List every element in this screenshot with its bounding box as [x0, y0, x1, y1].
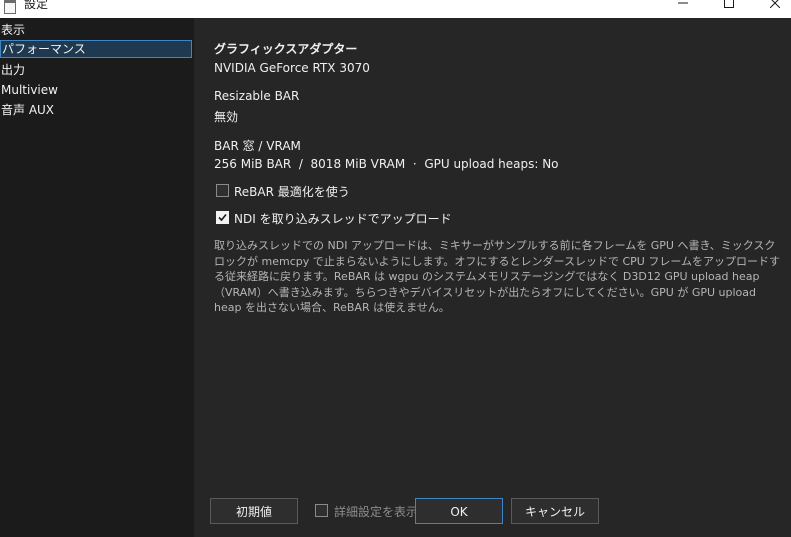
cancel-button[interactable]: キャンセル	[511, 498, 599, 524]
adapter-heading: グラフィックスアダプター	[214, 42, 358, 56]
minimize-icon	[678, 2, 688, 4]
bar-vram-heading: BAR 窓 / VRAM	[214, 139, 301, 153]
show-advanced-checkbox[interactable]	[315, 504, 328, 517]
sidebar-item-display[interactable]: 表示	[0, 21, 192, 39]
ndi-upload-label[interactable]: NDI を取り込みスレッドでアップロード	[234, 210, 452, 227]
sidebar-item-performance[interactable]: パフォーマンス	[0, 40, 192, 58]
ndi-upload-checkbox[interactable]	[216, 211, 229, 224]
close-icon	[770, 0, 780, 8]
reset-defaults-button[interactable]: 初期値	[210, 498, 298, 524]
ndi-description: 取り込みスレッドでの NDI アップロードは、ミキサーがサンプルする前に各フレー…	[214, 239, 780, 314]
rebar-optimize-checkbox[interactable]	[216, 184, 229, 197]
adapter-value: NVIDIA GeForce RTX 3070	[214, 61, 370, 75]
sidebar: 表示 パフォーマンス 出力 Multiview 音声 AUX	[0, 18, 194, 537]
title-bar: 設定	[0, 0, 791, 18]
window-title: 設定	[24, 0, 49, 11]
rebar-heading: Resizable BAR	[214, 89, 300, 103]
maximize-button[interactable]	[706, 0, 752, 16]
ok-button[interactable]: OK	[415, 498, 503, 524]
rebar-value: 無効	[214, 110, 239, 124]
bar-vram-value: 256 MiB BAR / 8018 MiB VRAM · GPU upload…	[214, 157, 559, 171]
close-button[interactable]	[752, 0, 791, 16]
app-window-icon	[4, 0, 16, 14]
sidebar-item-audio-aux[interactable]: 音声 AUX	[0, 101, 192, 119]
maximize-icon	[724, 0, 734, 8]
rebar-optimize-label[interactable]: ReBAR 最適化を使う	[234, 183, 350, 200]
minimize-button[interactable]	[660, 0, 706, 16]
sidebar-item-multiview[interactable]: Multiview	[0, 81, 192, 99]
checkmark-icon	[218, 213, 227, 222]
sidebar-item-output[interactable]: 出力	[0, 61, 192, 79]
show-advanced-label[interactable]: 詳細設定を表示	[334, 503, 418, 520]
